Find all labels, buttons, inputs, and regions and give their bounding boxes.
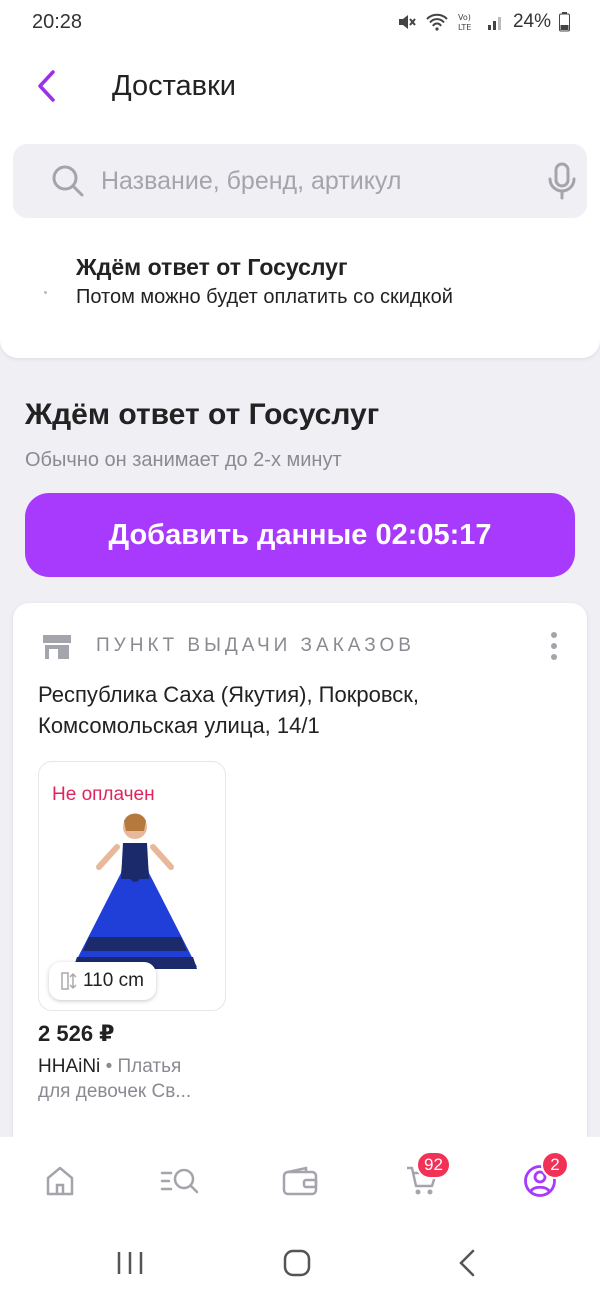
notice-title: Ждём ответ от Госуслуг [76,254,348,280]
nav-catalog[interactable] [160,1161,200,1201]
status-bar: 20:28 Vo) LTE 24% [0,0,600,44]
status-icons: Vo) LTE 24% [397,11,570,33]
waiting-subtitle: Обычно он занимает до 2-х минут [25,449,342,471]
delivery-type-label: ПУНКТ ВЫДАЧИ ЗАКАЗОВ [96,635,415,656]
recent-apps-icon[interactable] [116,1249,144,1277]
notice-subtitle: Потом можно будет оплатить со скидкой [76,286,453,308]
nav-home[interactable] [40,1161,80,1201]
more-options-icon[interactable] [548,631,560,661]
search-icon [52,165,84,197]
delivery-address: Республика Саха (Якутия), Покровск, Комс… [38,679,538,741]
page-title: Доставки [112,70,236,102]
payment-status: Не оплачен [52,784,155,805]
battery-icon [559,12,570,32]
wallet-icon [282,1166,318,1196]
header: Доставки [0,58,600,116]
home-icon [46,1166,74,1196]
bottom-navigation: 92 2 [0,1137,600,1227]
nav-wallet[interactable] [280,1161,320,1201]
svg-text:Vo): Vo) [458,13,471,22]
notice-indicator [44,291,47,294]
size-value: 110 cm [83,970,144,991]
waiting-title: Ждём ответ от Госуслуг [25,398,380,431]
cart-badge: 92 [416,1151,451,1179]
product-brand: HHAiNi [38,1056,101,1077]
status-time: 20:28 [32,10,83,33]
back-arrow-icon [38,70,55,102]
search-input[interactable] [101,160,521,202]
microphone-icon[interactable] [547,162,577,200]
delivery-card: ПУНКТ ВЫДАЧИ ЗАКАЗОВ Республика Саха (Як… [13,603,587,1223]
back-button[interactable] [26,66,66,106]
system-navigation [0,1227,600,1299]
product-image [73,813,197,969]
address-line-2: Комсомольская улица, 14/1 [38,713,320,738]
product-price: 2 526 ₽ [38,1021,115,1046]
pickup-point-icon [43,635,71,659]
search-bar[interactable] [13,144,587,218]
mute-icon [398,15,416,29]
system-back-icon[interactable] [453,1249,481,1277]
profile-badge: 2 [541,1151,569,1179]
size-icon [61,972,77,990]
svg-text:LTE: LTE [458,23,471,32]
catalog-search-icon [160,1168,199,1194]
add-data-button[interactable]: Добавить данные 02:05:17 [25,493,575,577]
battery-percent: 24% [512,11,551,32]
address-line-1: Республика Саха (Якутия), Покровск, [38,682,420,707]
gosuslugi-notice[interactable]: Ждём ответ от Госуслуг Потом можно будет… [0,252,600,322]
home-button-icon[interactable] [283,1249,311,1277]
wifi-icon [426,13,448,31]
product-description: HHAiNi • Платья для девочек Св... [38,1054,213,1104]
size-badge: 110 cm [49,962,156,1000]
volte-icon: Vo)LTE [458,13,471,32]
signal-icon [487,17,501,30]
product-card[interactable]: Не оплачен 110 cm [38,761,226,1011]
